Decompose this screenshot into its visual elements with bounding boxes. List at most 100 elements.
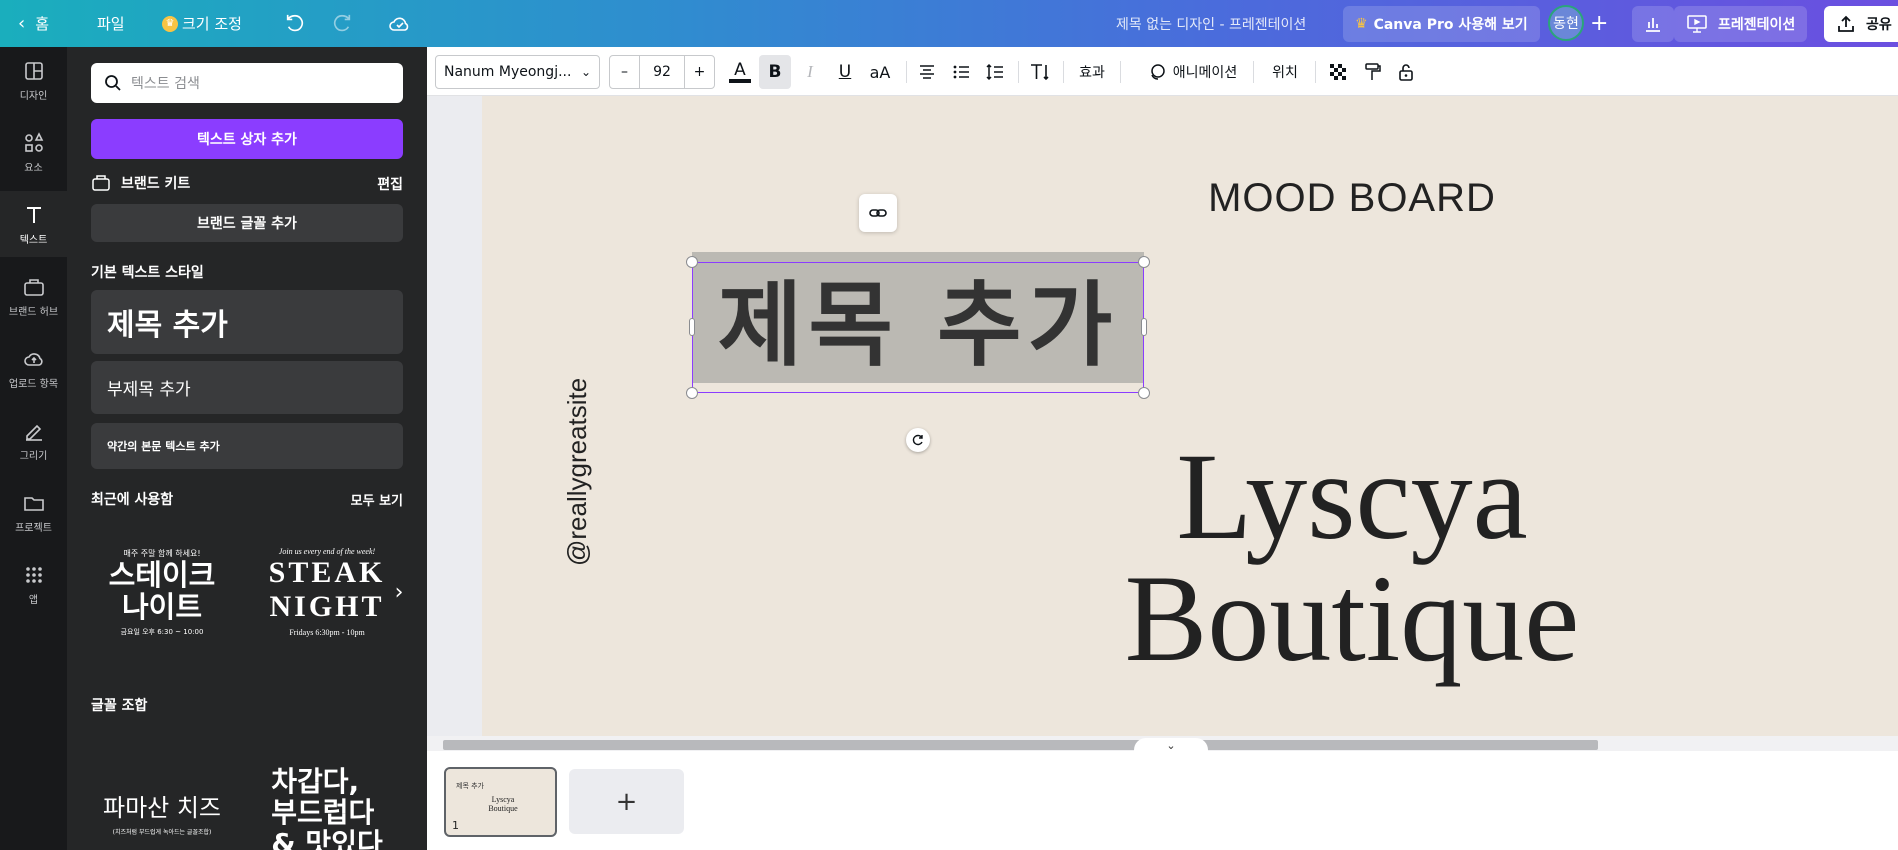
brand-kit-label: 브랜드 키트 <box>121 176 191 192</box>
file-label: 파일 <box>97 15 125 33</box>
position-button[interactable]: 위치 <box>1263 55 1307 89</box>
try-canva-pro-button[interactable]: ♛ Canva Pro 사용해 보기 <box>1343 6 1540 42</box>
file-menu-button[interactable]: 파일 <box>97 0 125 47</box>
letter-case-button[interactable]: aA <box>863 55 897 89</box>
align-button[interactable] <box>911 55 943 89</box>
slide-page[interactable]: MOOD BOARD 제목 추가 @reallygreatsite Lyscya… <box>482 96 1898 736</box>
combo-sub-text: (치즈처럼 부드럽게 녹아드는 글꼴조합) <box>112 829 212 836</box>
apps-grid-icon <box>25 566 42 583</box>
font-combos-title: 글꼴 조합 <box>91 698 148 714</box>
mood-board-heading[interactable]: MOOD BOARD <box>1172 176 1532 221</box>
rail-item-draw[interactable]: 그리기 <box>0 407 67 473</box>
animate-button[interactable]: 애니메이션 <box>1142 55 1242 89</box>
doc-title-text: 제목 없는 디자인 - 프레젠테이션 <box>1116 16 1307 33</box>
resize-button[interactable]: ♛ 크기 조정 <box>162 0 242 47</box>
collaborator-avatar[interactable]: 동현 <box>1548 3 1588 43</box>
bold-button[interactable]: B <box>759 55 791 89</box>
page-thumbnail[interactable]: 제목 추가 Lyscya Boutique 1 <box>444 767 557 837</box>
text-search-input[interactable]: 텍스트 검색 <box>91 63 403 103</box>
lock-button[interactable] <box>1391 55 1421 89</box>
avatar: 동현 <box>1548 5 1584 41</box>
add-body-text-button[interactable]: 약간의 본문 텍스트 추가 <box>91 423 403 469</box>
scrollbar-thumb[interactable] <box>443 740 1598 750</box>
add-heading-button[interactable]: 제목 추가 <box>91 290 403 354</box>
brand-kit-edit-link[interactable]: 편집 <box>377 174 403 194</box>
chevron-left-icon: ‹ <box>18 13 26 34</box>
spacing-button[interactable] <box>979 55 1011 89</box>
undo-icon <box>286 14 304 31</box>
list-button[interactable] <box>945 55 977 89</box>
font-size-stepper: – 92 + <box>609 55 715 89</box>
toggle-pages-button[interactable]: ⌄ <box>1134 738 1208 751</box>
recent-template-2[interactable]: Join us every end of the week! STEAK NIG… <box>252 527 402 657</box>
rail-item-text[interactable]: 텍스트 <box>0 191 67 257</box>
italic-button[interactable]: I <box>794 55 826 89</box>
rotate-handle[interactable] <box>906 428 930 452</box>
resize-handle-top-left[interactable] <box>686 256 698 268</box>
add-subheading-button[interactable]: 부제목 추가 <box>91 361 403 414</box>
underline-button[interactable]: U <box>829 55 861 89</box>
rotate-icon <box>912 434 923 446</box>
rail-label: 그리기 <box>19 450 48 462</box>
decrease-size-button[interactable]: – <box>610 56 640 88</box>
resize-handle-top-right[interactable] <box>1138 256 1150 268</box>
rail-item-apps[interactable]: 앱 <box>0 551 67 617</box>
add-brand-font-button[interactable]: 브랜드 글꼴 추가 <box>91 204 403 242</box>
share-button[interactable]: 공유 <box>1824 6 1898 42</box>
rail-item-brand-hub[interactable]: 브랜드 허브 <box>0 263 67 329</box>
present-button[interactable]: 프레젠테이션 <box>1674 6 1808 42</box>
effects-button[interactable]: 효과 <box>1070 55 1114 89</box>
resize-handle-left[interactable] <box>689 318 695 336</box>
see-all-link[interactable]: 모두 보기 <box>351 490 403 509</box>
add-page-button[interactable]: + <box>569 769 684 834</box>
template-top-text: Join us every end of the week! <box>278 547 376 556</box>
website-vertical-text[interactable]: @reallygreatsite <box>562 306 593 566</box>
font-name: Nanum Myeongj... <box>444 64 572 80</box>
rail-item-uploads[interactable]: 업로드 항목 <box>0 335 67 401</box>
text-color-button[interactable]: A <box>724 55 756 89</box>
font-combo-2[interactable]: 차갑다, 부드럽다 & 맛있다 <box>252 742 402 850</box>
line-spacing-icon <box>986 63 1003 81</box>
crown-icon: ♛ <box>162 15 178 32</box>
insights-button[interactable] <box>1632 6 1674 42</box>
resize-handle-bottom-left[interactable] <box>686 387 698 399</box>
increase-size-button[interactable]: + <box>684 56 714 88</box>
recent-template-1[interactable]: 매주 주말 함께 하세요! 스테이크 나이트 금요일 오후 6:30 ~ 10:… <box>87 527 237 657</box>
font-size-input[interactable]: 92 <box>640 56 684 88</box>
rail-label: 프로젝트 <box>15 522 52 534</box>
brand-name-text[interactable]: Lyscya Boutique <box>1002 435 1702 687</box>
vertical-text-button[interactable] <box>1024 55 1056 89</box>
brand-line-2: Boutique <box>1124 550 1580 687</box>
copy-style-button[interactable] <box>1357 55 1387 89</box>
pages-bar: 제목 추가 Lyscya Boutique 1 + <box>427 751 1898 850</box>
rail-item-elements[interactable]: 요소 <box>0 119 67 185</box>
brand-kit-row[interactable]: 브랜드 키트 편집 <box>91 171 403 195</box>
transparency-button[interactable] <box>1323 55 1353 89</box>
resize-handle-bottom-right[interactable] <box>1138 387 1150 399</box>
cloud-save-status[interactable] <box>388 0 412 47</box>
chevron-down-icon: ⌄ <box>1166 738 1176 752</box>
rail-item-projects[interactable]: 프로젝트 <box>0 479 67 545</box>
text-orientation-icon <box>1031 64 1049 81</box>
undo-button[interactable] <box>284 0 306 47</box>
crown-icon: ♛ <box>1355 16 1368 32</box>
thumb-title: 제목 추가 <box>456 782 484 790</box>
cloud-check-icon <box>389 17 409 31</box>
text-panel: 텍스트 검색 텍스트 상자 추가 브랜드 키트 편집 브랜드 글꼴 추가 기본 … <box>67 47 427 850</box>
resize-handle-right[interactable] <box>1141 318 1147 336</box>
invite-plus-button[interactable]: + <box>1590 0 1608 47</box>
chevron-right-icon[interactable]: › <box>389 577 409 607</box>
add-textbox-button[interactable]: 텍스트 상자 추가 <box>91 119 403 159</box>
rail-item-design[interactable]: 디자인 <box>0 47 67 113</box>
font-combo-1[interactable]: 파마산 치즈 (치즈처럼 부드럽게 녹아드는 글꼴조합) <box>87 772 237 850</box>
home-button[interactable]: ‹ 홈 <box>18 0 49 47</box>
link-button[interactable] <box>859 194 897 232</box>
text-toolbar: Nanum Myeongj... ⌄ – 92 + A B I U aA 효과 … <box>427 47 1898 96</box>
search-placeholder: 텍스트 검색 <box>131 76 200 92</box>
redo-button[interactable] <box>331 0 353 47</box>
font-family-select[interactable]: Nanum Myeongj... ⌄ <box>435 55 600 89</box>
home-label: 홈 <box>35 15 50 33</box>
document-title[interactable]: 제목 없는 디자인 - 프레젠테이션 <box>1116 0 1306 47</box>
combo-main-text: 파마산 치즈 <box>102 794 222 822</box>
rail-label: 브랜드 허브 <box>8 306 59 318</box>
